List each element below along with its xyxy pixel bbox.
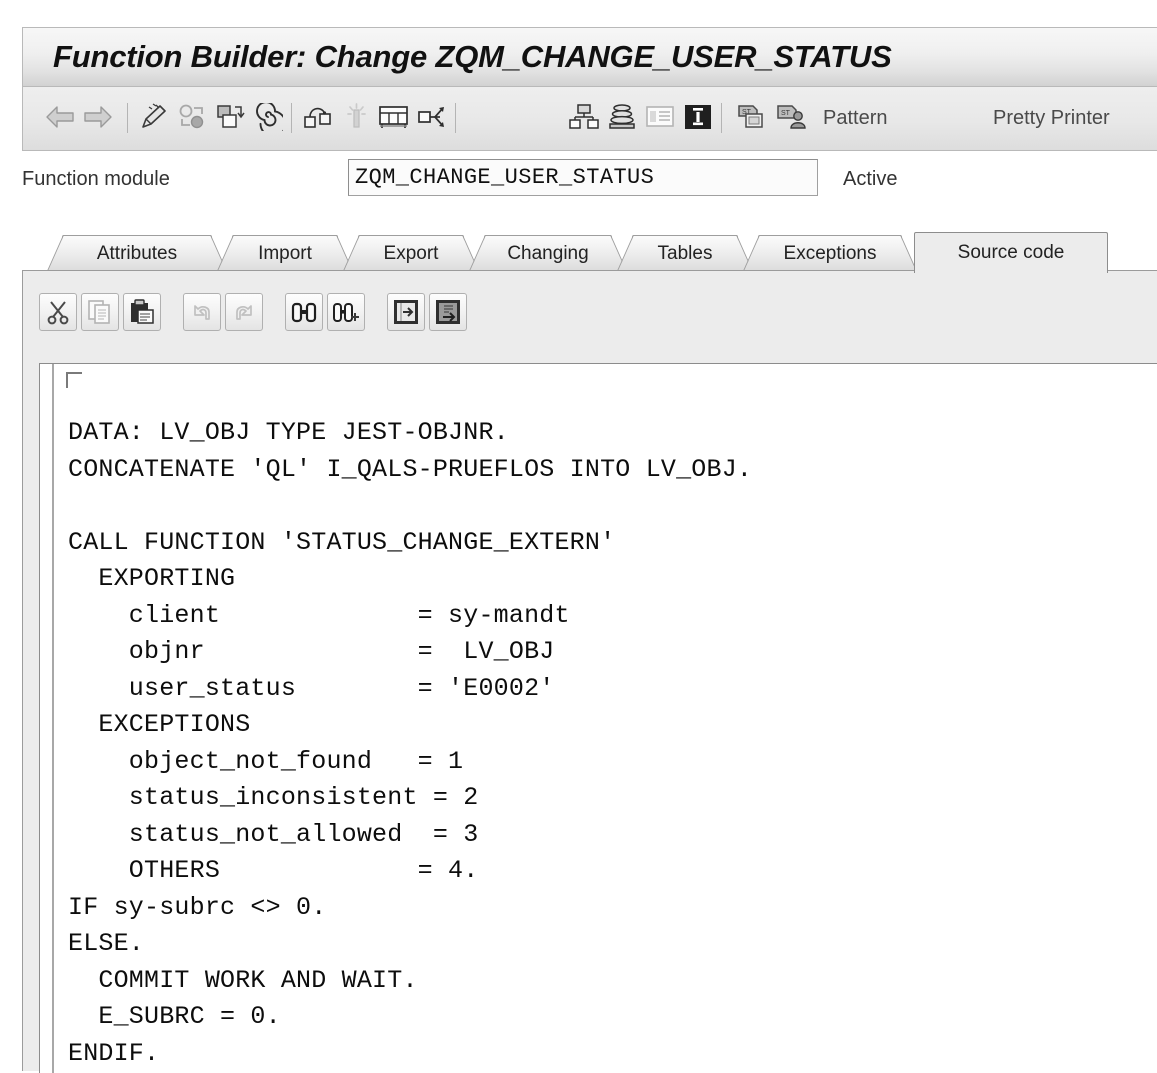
copy-st-user-icon[interactable]: ST bbox=[773, 95, 811, 139]
editor-toolbar bbox=[23, 293, 1156, 345]
title-bar: Function Builder: Change ZQM_CHANGE_USER… bbox=[22, 27, 1157, 87]
display-change-icon[interactable] bbox=[173, 95, 211, 139]
source-code-editor[interactable]: DATA: LV_OBJ TYPE JEST-OBJNR. CONCATENAT… bbox=[39, 363, 1157, 1073]
tab-label: Source code bbox=[957, 242, 1065, 263]
tab-tables[interactable]: Tables bbox=[632, 235, 738, 271]
pattern-button[interactable]: Pattern bbox=[823, 107, 887, 130]
cut-icon[interactable] bbox=[39, 293, 77, 331]
undo-icon[interactable] bbox=[183, 293, 221, 331]
tab-source-code[interactable]: Source code bbox=[914, 232, 1108, 273]
function-builder-window: Function Builder: Change ZQM_CHANGE_USER… bbox=[0, 10, 1157, 1073]
tab-label: Attributes bbox=[96, 242, 178, 264]
page-title: Function Builder: Change ZQM_CHANGE_USER… bbox=[53, 39, 892, 74]
svg-text:ST: ST bbox=[781, 110, 791, 117]
redo-icon[interactable] bbox=[225, 293, 263, 331]
function-module-row: Function module ZQM_CHANGE_USER_STATUS A… bbox=[0, 157, 1157, 203]
find-icon[interactable] bbox=[285, 293, 323, 331]
tab-exceptions[interactable]: Exceptions bbox=[758, 235, 902, 271]
forward-icon[interactable] bbox=[79, 95, 117, 139]
where-used-list-icon[interactable] bbox=[299, 95, 337, 139]
tab-label: Changing bbox=[507, 242, 589, 264]
tab-label: Import bbox=[258, 242, 312, 264]
source-code-panel: DATA: LV_OBJ TYPE JEST-OBJNR. CONCATENAT… bbox=[22, 270, 1157, 1073]
pretty-printer-button[interactable]: Pretty Printer bbox=[993, 107, 1110, 130]
tab-label: Export bbox=[383, 242, 439, 264]
paste-icon[interactable] bbox=[123, 293, 161, 331]
tab-attributes[interactable]: Attributes bbox=[62, 235, 212, 271]
tab-label: Tables bbox=[657, 242, 713, 264]
spiral-icon[interactable] bbox=[249, 95, 287, 139]
function-module-input[interactable]: ZQM_CHANGE_USER_STATUS bbox=[348, 159, 818, 196]
documentation-icon bbox=[641, 95, 679, 139]
table-display-icon[interactable] bbox=[375, 95, 413, 139]
main-toolbar: ST ST Pattern Pretty Printer bbox=[22, 87, 1157, 151]
toolbar-separator bbox=[127, 103, 128, 133]
status-badge: Active bbox=[843, 168, 898, 190]
tab-strip: Attributes Import Export Changing Tables… bbox=[22, 232, 1157, 273]
find-next-icon[interactable] bbox=[327, 293, 365, 331]
cursor-position-marker bbox=[66, 372, 82, 388]
copy-icon[interactable] bbox=[81, 293, 119, 331]
hierarchy-icon[interactable] bbox=[565, 95, 603, 139]
edit-pencil-icon[interactable] bbox=[135, 95, 173, 139]
back-icon[interactable] bbox=[41, 95, 79, 139]
function-module-label: Function module bbox=[22, 168, 170, 190]
source-code-text[interactable]: DATA: LV_OBJ TYPE JEST-OBJNR. CONCATENAT… bbox=[68, 415, 752, 1072]
info-icon[interactable] bbox=[679, 95, 717, 139]
toolbar-separator bbox=[721, 103, 722, 133]
tab-label: Exceptions bbox=[783, 242, 877, 264]
tab-export[interactable]: Export bbox=[358, 235, 464, 271]
magic-wand-icon bbox=[337, 95, 375, 139]
toolbar-separator bbox=[455, 103, 456, 133]
toolbar-separator bbox=[291, 103, 292, 133]
call-hierarchy-icon[interactable] bbox=[413, 95, 451, 139]
copy-st-icon[interactable]: ST bbox=[733, 95, 771, 139]
insert-from-file-icon[interactable] bbox=[387, 293, 425, 331]
other-object-icon[interactable] bbox=[211, 95, 249, 139]
editor-gutter bbox=[40, 364, 54, 1073]
tab-changing[interactable]: Changing bbox=[484, 235, 612, 271]
tab-import[interactable]: Import bbox=[232, 235, 338, 271]
save-to-file-icon[interactable] bbox=[429, 293, 467, 331]
stack-icon[interactable] bbox=[603, 95, 641, 139]
